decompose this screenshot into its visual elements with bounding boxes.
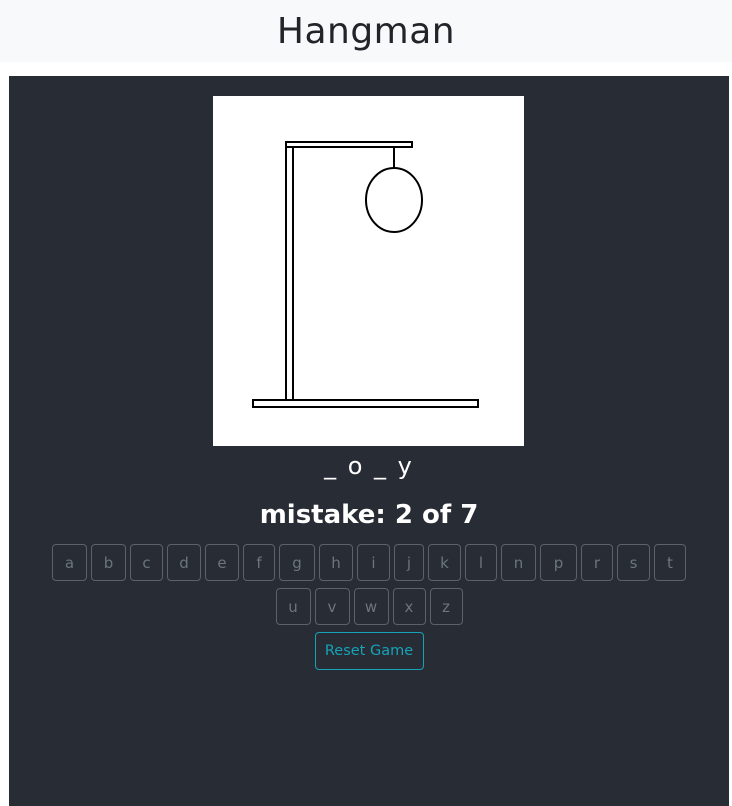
max-mistakes: 7 <box>460 500 479 530</box>
letter-keyboard: abcdefghijklnprst uvwxz <box>9 544 729 632</box>
hangman-drawing <box>213 96 524 446</box>
letter-key-z[interactable]: z <box>429 588 463 625</box>
app-header: Hangman <box>0 0 732 62</box>
gallows-image <box>252 141 479 408</box>
letter-key-f[interactable]: f <box>243 544 275 581</box>
gallows-pole <box>285 141 294 401</box>
letter-key-e[interactable]: e <box>205 544 239 581</box>
mistake-count: 2 <box>394 500 413 530</box>
letter-key-l[interactable]: l <box>465 544 497 581</box>
keyboard-row-2: uvwxz <box>9 588 729 625</box>
letter-key-i[interactable]: i <box>357 544 390 581</box>
mistake-of-label: of <box>412 500 461 530</box>
letter-key-t[interactable]: t <box>654 544 686 581</box>
gallows-base <box>252 399 479 408</box>
letter-key-b[interactable]: b <box>91 544 126 581</box>
letter-key-g[interactable]: g <box>279 544 315 581</box>
keyboard-row-1: abcdefghijklnprst <box>9 544 729 581</box>
page-title: Hangman <box>276 10 456 52</box>
letter-key-s[interactable]: s <box>617 544 650 581</box>
letter-key-p[interactable]: p <box>540 544 577 581</box>
reset-game-button[interactable]: Reset Game <box>314 632 424 670</box>
letter-key-h[interactable]: h <box>319 544 353 581</box>
letter-key-d[interactable]: d <box>167 544 201 581</box>
letter-key-w[interactable]: w <box>353 588 389 625</box>
letter-key-n[interactable]: n <box>501 544 536 581</box>
mistake-counter: mistake: 2 of 7 <box>9 500 729 530</box>
mistake-label: mistake: <box>259 500 395 530</box>
letter-key-a[interactable]: a <box>52 544 87 581</box>
letter-key-k[interactable]: k <box>428 544 461 581</box>
letter-key-x[interactable]: x <box>392 588 426 625</box>
hangman-head <box>365 167 423 233</box>
letter-key-u[interactable]: u <box>275 588 311 625</box>
letter-key-v[interactable]: v <box>314 588 350 625</box>
word-display: _ o _ y <box>324 452 414 480</box>
letter-key-r[interactable]: r <box>581 544 613 581</box>
gallows-beam <box>285 141 413 148</box>
letter-key-c[interactable]: c <box>130 544 163 581</box>
reset-container: Reset Game <box>9 632 729 670</box>
game-panel: _ o _ y mistake: 2 of 7 abcdefghijklnprs… <box>9 76 729 806</box>
letter-key-j[interactable]: j <box>394 544 424 581</box>
